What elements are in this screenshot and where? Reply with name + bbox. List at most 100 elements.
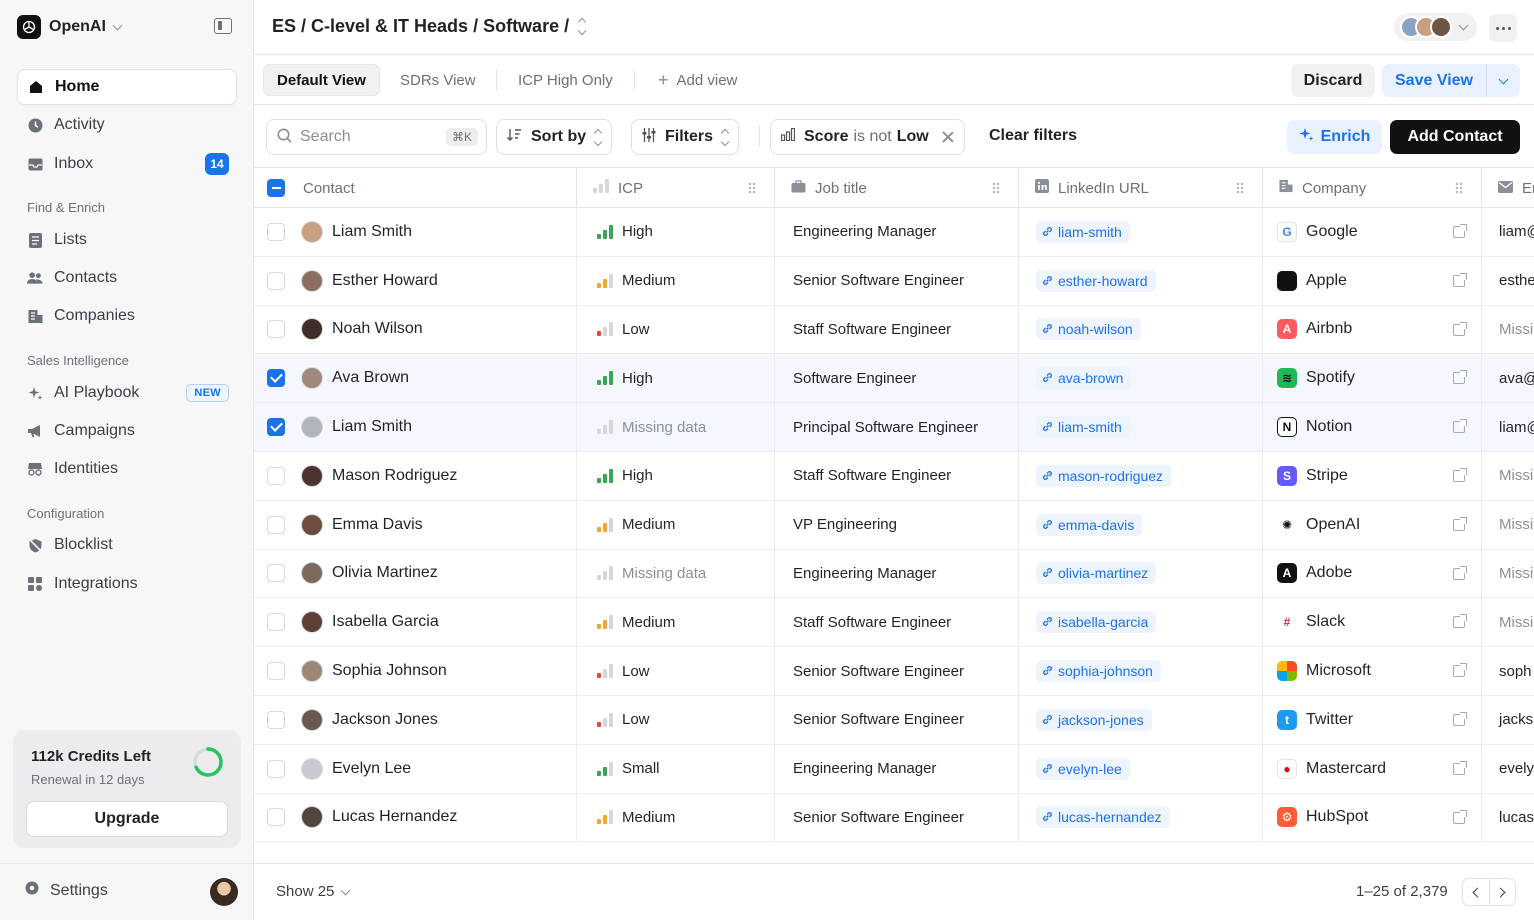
company-name[interactable]: Google (1306, 223, 1358, 241)
linkedin-link[interactable]: sophia-johnson (1036, 660, 1161, 683)
contact-name[interactable]: Lucas Hernandez (332, 808, 457, 826)
sidebar-item-campaigns[interactable]: Campaigns (17, 413, 237, 449)
company-name[interactable]: Slack (1306, 613, 1345, 631)
table-row[interactable]: Liam Smith Missing data Principal Softwa… (254, 403, 1534, 452)
table-row[interactable]: Isabella Garcia Medium Staff Software En… (254, 598, 1534, 648)
company-name[interactable]: Spotify (1306, 369, 1355, 387)
tab-sdrs-view[interactable]: SDRs View (387, 64, 489, 96)
sort-by-button[interactable]: Sort by (496, 119, 613, 155)
column-header-linkedin[interactable]: LinkedIn URL (1019, 168, 1263, 208)
contact-name[interactable]: Liam Smith (332, 223, 412, 241)
contact-name[interactable]: Olivia Martinez (332, 564, 438, 582)
company-name[interactable]: Stripe (1306, 467, 1348, 485)
sidebar-item-blocklist[interactable]: Blocklist (17, 527, 237, 563)
linkedin-link[interactable]: liam-smith (1036, 220, 1130, 243)
sidebar-item-activity[interactable]: Activity (17, 107, 237, 143)
settings-button[interactable]: Settings (24, 880, 108, 901)
company-name[interactable]: Twitter (1306, 711, 1353, 729)
external-link-icon[interactable] (1453, 370, 1467, 385)
contact-name[interactable]: Noah Wilson (332, 320, 423, 338)
row-checkbox[interactable] (267, 222, 285, 241)
next-page-button[interactable] (1490, 879, 1516, 905)
sidebar-item-home[interactable]: Home (17, 69, 237, 105)
table-row[interactable]: Jackson Jones Low Senior Software Engine… (254, 695, 1534, 745)
table-row[interactable]: Lucas Hernandez Medium Senior Software E… (254, 793, 1534, 842)
row-checkbox[interactable] (267, 564, 285, 583)
company-name[interactable]: Microsoft (1306, 662, 1371, 680)
external-link-icon[interactable] (1453, 516, 1467, 531)
row-checkbox[interactable] (267, 418, 285, 437)
table-row[interactable]: Liam Smith High Engineering Manager liam… (254, 208, 1534, 257)
row-checkbox[interactable] (267, 466, 285, 485)
company-name[interactable]: Mastercard (1306, 760, 1386, 778)
external-link-icon[interactable] (1453, 614, 1467, 629)
row-checkbox[interactable] (267, 808, 285, 827)
linkedin-link[interactable]: noah-wilson (1036, 318, 1141, 341)
linkedin-link[interactable]: evelyn-lee (1036, 757, 1130, 780)
linkedin-link[interactable]: ava-brown (1036, 367, 1132, 390)
column-header-icp[interactable]: ICP (577, 168, 775, 208)
external-link-icon[interactable] (1453, 272, 1467, 287)
row-checkbox[interactable] (267, 759, 285, 778)
external-link-icon[interactable] (1453, 565, 1467, 580)
column-header-company[interactable]: Company (1263, 168, 1482, 208)
sidebar-item-lists[interactable]: Lists (17, 222, 237, 258)
sidebar-item-integrations[interactable]: Integrations (17, 566, 237, 602)
close-icon[interactable] (942, 131, 954, 143)
linkedin-link[interactable]: isabella-garcia (1036, 611, 1157, 634)
external-link-icon[interactable] (1453, 760, 1467, 775)
linkedin-link[interactable]: jackson-jones (1036, 708, 1152, 731)
add-contact-button[interactable]: Add Contact (1390, 120, 1520, 154)
contact-name[interactable]: Esther Howard (332, 272, 438, 290)
external-link-icon[interactable] (1453, 224, 1467, 238)
contact-name[interactable]: Evelyn Lee (332, 760, 411, 778)
linkedin-link[interactable]: olivia-martinez (1036, 562, 1157, 585)
company-name[interactable]: HubSpot (1306, 808, 1368, 826)
company-name[interactable]: OpenAI (1306, 516, 1360, 534)
contact-name[interactable]: Ava Brown (332, 369, 409, 387)
column-header-job-title[interactable]: Job title (775, 168, 1019, 208)
sidebar-item-inbox[interactable]: Inbox 14 (17, 146, 237, 182)
external-link-icon[interactable] (1453, 663, 1467, 678)
external-link-icon[interactable] (1453, 467, 1467, 482)
sidebar-item-companies[interactable]: Companies (17, 298, 237, 334)
clear-filters-button[interactable]: Clear filters (989, 127, 1077, 145)
row-checkbox[interactable] (267, 662, 285, 681)
linkedin-link[interactable]: mason-rodriguez (1036, 464, 1172, 487)
contact-name[interactable]: Mason Rodriguez (332, 467, 457, 485)
page-size-select[interactable]: Show 25 (276, 883, 351, 900)
add-view-button[interactable]: + Add view (645, 64, 750, 96)
company-name[interactable]: Notion (1306, 418, 1352, 436)
contact-name[interactable]: Jackson Jones (332, 711, 438, 729)
user-avatar[interactable] (210, 878, 238, 906)
upgrade-button[interactable]: Upgrade (26, 801, 228, 837)
table-row[interactable]: Mason Rodriguez High Staff Software Engi… (254, 451, 1534, 501)
collaborators-avatars[interactable] (1394, 13, 1477, 41)
table-row[interactable]: Noah Wilson Low Staff Software Engineer … (254, 305, 1534, 355)
tab-icp-high-only[interactable]: ICP High Only (505, 64, 626, 96)
table-row[interactable]: Sophia Johnson Low Senior Software Engin… (254, 647, 1534, 696)
row-checkbox[interactable] (267, 710, 285, 729)
company-name[interactable]: Apple (1306, 272, 1347, 290)
table-row[interactable]: Olivia Martinez Missing data Engineering… (254, 549, 1534, 599)
column-header-email[interactable]: Em (1482, 168, 1534, 208)
select-all-checkbox[interactable] (267, 179, 285, 197)
prev-page-button[interactable] (1463, 879, 1490, 905)
filters-button[interactable]: Filters (631, 119, 740, 155)
external-link-icon[interactable] (1453, 321, 1467, 336)
enrich-button[interactable]: Enrich (1287, 120, 1382, 154)
external-link-icon[interactable] (1453, 711, 1467, 726)
linkedin-link[interactable]: emma-davis (1036, 513, 1143, 536)
contact-name[interactable]: Sophia Johnson (332, 662, 447, 680)
contact-name[interactable]: Liam Smith (332, 418, 412, 436)
table-row[interactable]: Evelyn Lee Small Engineering Manager eve… (254, 744, 1534, 794)
row-checkbox[interactable] (267, 320, 285, 339)
sidebar-item-identities[interactable]: Identities (17, 451, 237, 487)
row-checkbox[interactable] (267, 369, 285, 388)
contact-name[interactable]: Emma Davis (332, 516, 423, 534)
save-view-button[interactable]: Save View (1382, 64, 1520, 97)
contact-name[interactable]: Isabella Garcia (332, 613, 439, 631)
table-row[interactable]: Ava Brown High Software Engineer ava-bro… (254, 354, 1534, 404)
column-header-contact[interactable]: Contact (254, 168, 577, 208)
sidebar-item-ai-playbook[interactable]: AI Playbook NEW (17, 375, 237, 411)
